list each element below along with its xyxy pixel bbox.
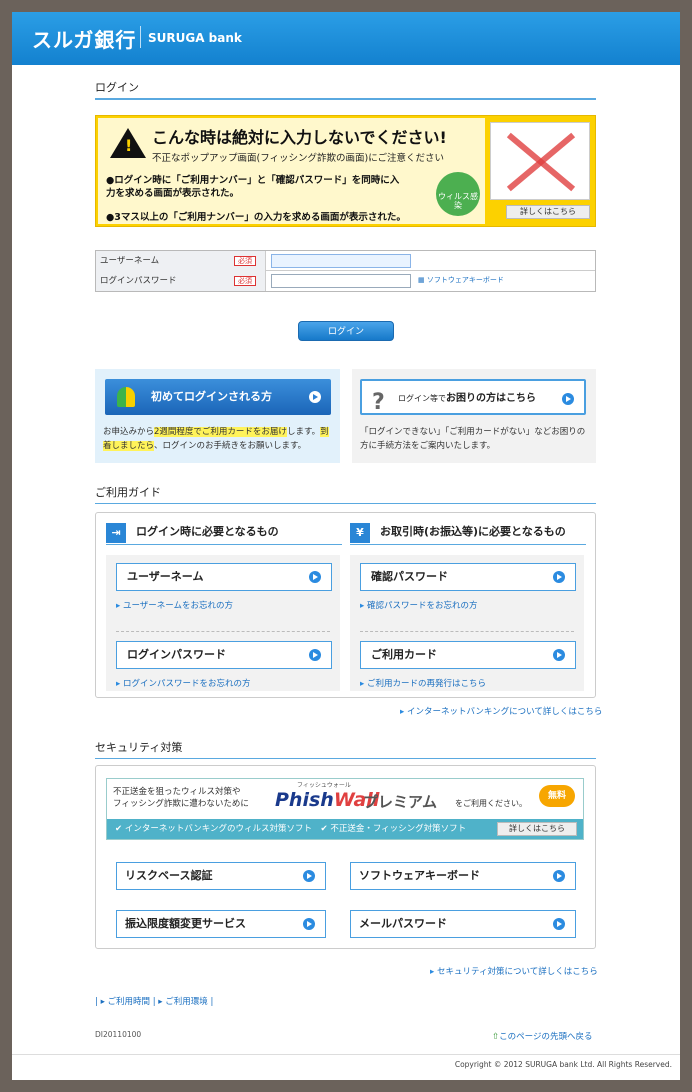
arrow-right-icon <box>553 571 565 583</box>
security-details-link[interactable]: セキュリティ対策について詳しくはこちら <box>430 965 598 977</box>
login-requirements-column: ユーザーネーム ユーザーネームをお忘れの方 ログインパスワード ログインパスワー… <box>106 555 340 691</box>
guide-card-button[interactable]: ご利用カード <box>360 641 576 669</box>
first-login-panel: 初めてログインされる方 お申込みから2週間程度でご利用カードをお届けします。到着… <box>95 369 340 463</box>
guide-username-button[interactable]: ユーザーネーム <box>116 563 332 591</box>
usage-guide-box: ⇥ ログイン時に必要となるもの ¥ お取引時(お振込等)に必要となるもの ユーザ… <box>95 512 596 698</box>
username-input[interactable] <box>271 254 411 268</box>
login-form: ユーザーネーム 必須 ログインパスワード 必須 ▦ ソフトウェアキーボード <box>95 250 596 292</box>
site-header: スルガ銀行 SURUGA bank <box>12 12 680 65</box>
fake-popup-example-image <box>490 122 590 200</box>
phishwall-use-text: をご利用ください。 <box>455 799 527 808</box>
card-reissue-link[interactable]: ご利用カードの再発行はこちら <box>360 677 486 689</box>
phishing-warning-banner: ! こんな時は絶対に入力しないでください! 不正なポップアップ画面(フィッシング… <box>95 115 596 227</box>
logo-divider <box>140 26 141 48</box>
free-badge: 無料 <box>539 785 575 807</box>
login-requirements-heading: ⇥ ログイン時に必要となるもの <box>106 521 342 545</box>
phishwall-detail-button[interactable]: 詳しくはこちら <box>497 822 577 836</box>
guide-section-title: ご利用ガイド <box>95 484 596 504</box>
warning-subline: 不正なポップアップ画面(フィッシング詐欺の画面)にご注意ください <box>152 153 445 164</box>
internet-banking-details-link[interactable]: インターネットバンキングについて詳しくはこちら <box>400 705 602 717</box>
back-to-top-link[interactable]: ⇧このページの先頭へ戻る <box>492 1030 592 1042</box>
help-button[interactable]: ? ログイン等でお困りの方はこちら <box>360 379 586 415</box>
transaction-requirements-heading: ¥ お取引時(お振込等)に必要となるもの <box>350 521 586 545</box>
phishwall-features-bar: ✔ インターネットバンキングのウィルス対策ソフト ✔ 不正送金・フィッシング対策… <box>107 819 583 839</box>
password-input[interactable] <box>271 274 411 288</box>
warning-text-area: ! こんな時は絶対に入力しないでください! 不正なポップアップ画面(フィッシング… <box>98 118 485 224</box>
forgot-username-link[interactable]: ユーザーネームをお忘れの方 <box>116 599 233 611</box>
help-text: 「ログインできない」「ご利用カードがない」などお困りの方に手続方法をご案内いたし… <box>360 427 586 451</box>
page: スルガ銀行 SURUGA bank ログイン ! こんな時は絶対に入力しないでく… <box>12 12 680 1080</box>
mail-password-button[interactable]: メールパスワード <box>350 910 576 938</box>
logo-ja[interactable]: スルガ銀行 <box>32 24 136 53</box>
virus-infection-badge: ウィルス感染 <box>436 172 480 216</box>
forgot-login-password-link[interactable]: ログインパスワードをお忘れの方 <box>116 677 251 689</box>
phishwall-description: 不正送金を狙ったウィルス対策や フィッシング詐欺に遭わないために <box>113 787 249 809</box>
required-badge: 必須 <box>234 276 256 286</box>
first-login-label: 初めてログインされる方 <box>151 390 272 403</box>
arrow-right-icon <box>309 649 321 661</box>
first-login-text: お申込みから2週間程度でご利用カードをお届けします。到着しましたら、ログインのお… <box>103 427 329 451</box>
beginner-mark-icon <box>117 387 135 407</box>
software-keyboard-button[interactable]: ソフトウェアキーボード <box>350 862 576 890</box>
phishwall-ruby: フィッシュウォール <box>297 782 351 789</box>
guide-login-password-button[interactable]: ログインパスワード <box>116 641 332 669</box>
software-keyboard-label: ソフトウェアキーボード <box>426 276 504 284</box>
login-button[interactable]: ログイン <box>298 321 394 341</box>
warning-item-1: ●ログイン時に「ご利用ナンバー」と「確認パスワード」を同時に入力を求める画面が表… <box>106 175 400 199</box>
warning-detail-button[interactable]: 詳しくはこちら <box>506 205 590 219</box>
arrow-right-icon <box>562 393 574 405</box>
arrow-right-icon <box>553 649 565 661</box>
login-enter-icon: ⇥ <box>106 523 126 543</box>
transfer-limit-button[interactable]: 振込限度額変更サービス <box>116 910 326 938</box>
risk-based-auth-button[interactable]: リスクベース認証 <box>116 862 326 890</box>
password-row: ログインパスワード 必須 ▦ ソフトウェアキーボード <box>96 271 595 291</box>
logo-en[interactable]: SURUGA bank <box>148 31 242 45</box>
copyright: Copyright © 2012 SURUGA bank Ltd. All Ri… <box>454 1060 672 1069</box>
warning-triangle-icon: ! <box>110 128 146 158</box>
forgot-confirm-password-link[interactable]: 確認パスワードをお忘れの方 <box>360 599 478 611</box>
phishwall-premium-label: プレミアム <box>363 793 437 811</box>
login-section-title: ログイン <box>95 79 596 100</box>
arrow-right-icon <box>553 918 565 930</box>
arrow-right-icon <box>309 571 321 583</box>
phishwall-banner[interactable]: 不正送金を狙ったウィルス対策や フィッシング詐欺に遭わないために フィッシュウォー… <box>106 778 584 840</box>
first-login-button[interactable]: 初めてログインされる方 <box>105 379 331 415</box>
security-box: 不正送金を狙ったウィルス対策や フィッシング詐欺に遭わないために フィッシュウォー… <box>95 765 596 949</box>
arrow-right-icon <box>303 870 315 882</box>
arrow-right-icon <box>303 918 315 930</box>
warning-headline: こんな時は絶対に入力しないでください! <box>152 128 447 147</box>
page-code: DI20110100 <box>95 1030 142 1039</box>
guide-confirm-password-button[interactable]: 確認パスワード <box>360 563 576 591</box>
required-badge: 必須 <box>234 256 256 266</box>
security-section-title: セキュリティ対策 <box>95 739 596 759</box>
transaction-requirements-column: 確認パスワード 確認パスワードをお忘れの方 ご利用カード ご利用カードの再発行は… <box>350 555 584 691</box>
help-panel: ? ログイン等でお困りの方はこちら 「ログインできない」「ご利用カードがない」な… <box>352 369 596 463</box>
software-keyboard-link[interactable]: ▦ ソフトウェアキーボード <box>418 275 504 285</box>
username-row: ユーザーネーム 必須 <box>96 251 595 271</box>
question-icon: ? <box>372 390 385 415</box>
warning-item-2: ●3マス以上の「ご利用ナンバー」の入力を求める画面が表示された。 <box>106 212 406 223</box>
arrow-right-icon <box>309 391 321 403</box>
arrow-right-icon <box>553 870 565 882</box>
yen-icon: ¥ <box>350 523 370 543</box>
footer-links[interactable]: | ▸ ご利用時間 | ▸ ご利用環境 | <box>95 995 213 1007</box>
